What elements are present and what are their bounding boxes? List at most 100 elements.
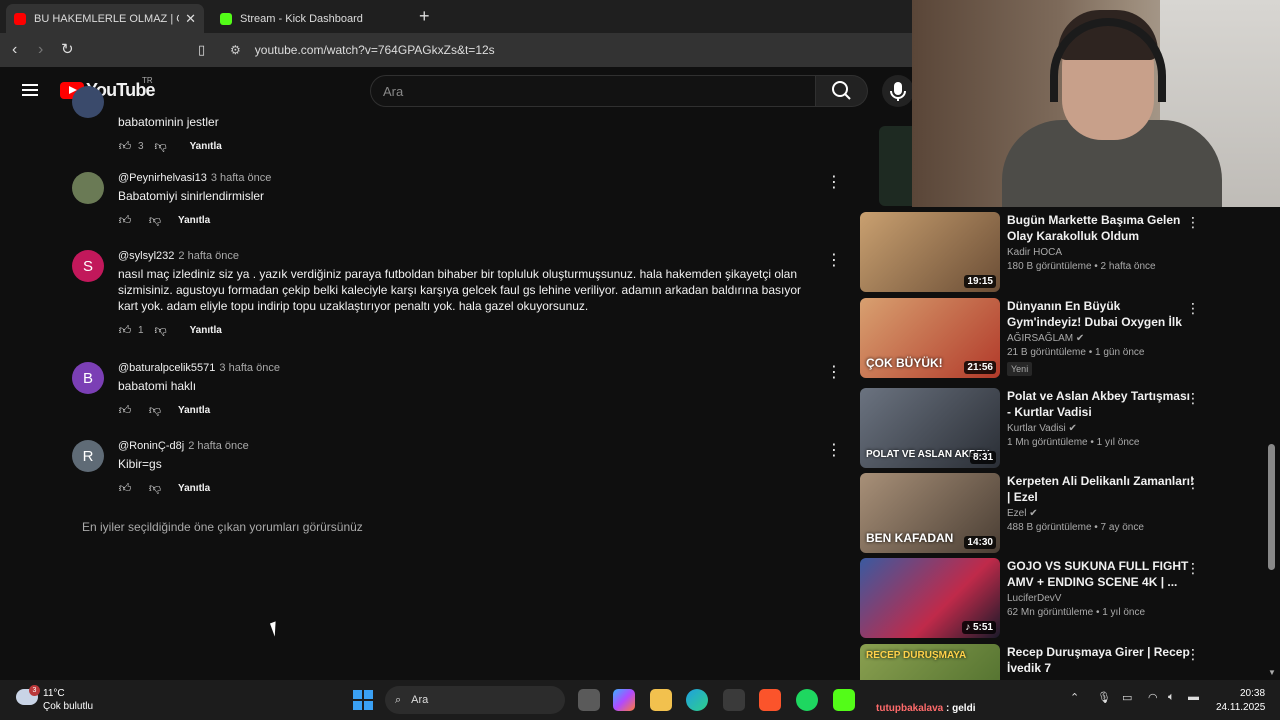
reply-button[interactable]: Yanıtla [178,405,210,416]
back-arrow-icon[interactable]: ‹ [12,41,17,59]
windows-start-icon[interactable] [353,690,373,710]
chevron-up-icon[interactable]: ⌃ [1070,691,1079,704]
bookmark-icon[interactable]: ▯ [198,42,205,58]
spotify-icon[interactable] [796,689,818,711]
avatar[interactable]: R [72,440,104,472]
video-title[interactable]: Polat ve Aslan Akbey Tartışması - Kurtla… [1007,388,1197,420]
scroll-down-arrow-icon[interactable]: ▼ [1268,668,1276,677]
volume-icon[interactable]: 🔈︎ [1168,691,1175,704]
new-tab-plus-icon[interactable]: + [419,6,430,27]
edge-browser-icon[interactable] [686,689,708,711]
url-field[interactable]: ⚙ youtube.com/watch?v=764GPAGkxZs&t=12s [222,37,912,63]
like-icon[interactable]: 👍︎ [118,213,132,227]
copilot-icon[interactable] [613,689,635,711]
video-thumbnail[interactable]: POLAT VE ASLAN AKBEY 8:31 [860,388,1000,468]
file-explorer-icon[interactable] [650,689,672,711]
display-tray-icon[interactable]: ▭ [1122,691,1132,704]
video-duration: 14:30 [964,536,996,549]
forward-arrow-icon[interactable]: › [38,41,43,59]
channel-name[interactable]: Kurtlar Vadisi [1007,423,1066,434]
dislike-icon[interactable]: 👎︎ [148,403,162,417]
microphone-tray-icon[interactable]: 🎙︎ [1097,691,1111,704]
video-more-icon[interactable]: ⋮ [1186,390,1200,407]
video-thumbnail[interactable]: BEN KAFADAN 14:30 [860,473,1000,553]
avatar[interactable]: B [72,362,104,394]
comment-more-icon[interactable]: ⋮ [826,250,842,270]
kick-app-icon[interactable] [833,689,855,711]
comment-author[interactable]: @Peynirhelvasi13 [118,172,207,184]
comment-time[interactable]: 2 hafta önce [188,440,249,452]
comment-more-icon[interactable]: ⋮ [826,172,842,192]
weather-temperature[interactable]: 11°C [43,688,65,699]
reply-button[interactable]: Yanıtla [190,325,222,336]
weather-condition[interactable]: Çok bulutlu [43,701,93,712]
site-settings-icon[interactable]: ⚙ [230,43,241,57]
recommendation-item[interactable]: POLAT VE ASLAN AKBEY 8:31 Polat ve Aslan… [860,388,1270,468]
comment-time[interactable]: 2 hafta önce [178,250,239,262]
avatar[interactable] [72,86,104,118]
mini-video-thumbnail [879,126,912,206]
like-icon[interactable]: 👍︎ [118,403,132,417]
avatar[interactable]: S [72,250,104,282]
video-more-icon[interactable]: ⋮ [1186,646,1200,663]
recommendation-item[interactable]: ÇOK BÜYÜK! 21:56 Dünyanın En Büyük Gym'i… [860,298,1270,378]
recommendation-item[interactable]: ♪ 5:51 GOJO VS SUKUNA FULL FIGHT AMV + E… [860,558,1270,638]
channel-name[interactable]: Kadir HOCA [1007,247,1197,258]
comment-author[interactable]: @RoninÇ-d8j [118,440,184,452]
comment-more-icon[interactable]: ⋮ [826,362,842,382]
like-icon[interactable]: 👍︎ [118,481,132,495]
video-title[interactable]: Dünyanın En Büyük Gym'indeyiz! Dubai Oxy… [1007,298,1197,330]
comment-author[interactable]: @sylsyl232 [118,250,174,262]
dislike-icon[interactable]: 👎︎ [148,481,162,495]
video-more-icon[interactable]: ⋮ [1186,214,1200,231]
tab-youtube[interactable]: BU HAKEMLERLE OLMAZ | GALA ✕ [6,4,204,33]
dislike-icon[interactable]: 👎︎ [154,139,168,153]
microsoft-store-icon[interactable] [723,689,745,711]
kick-favicon-icon [220,12,232,25]
comment-more-icon[interactable]: ⋮ [826,440,842,460]
tab-kick-dashboard[interactable]: Stream - Kick Dashboard [212,4,410,33]
recommendation-item[interactable]: 19:15 Bugün Markette Başıma Gelen Olay K… [860,212,1270,292]
video-title[interactable]: GOJO VS SUKUNA FULL FIGHT AMV + ENDING S… [1007,558,1197,590]
dislike-icon[interactable]: 👎︎ [154,323,168,337]
reload-icon[interactable]: ↻ [61,40,74,58]
comment-author[interactable]: @baturalpcelik5571 [118,362,215,374]
comment-time[interactable]: 3 hafta önce [211,172,272,184]
video-meta: 1 Mn görüntüleme • 1 yıl önce [1007,437,1140,448]
reply-button[interactable]: Yanıtla [190,141,222,152]
video-title[interactable]: Recep Duruşmaya Girer | Recep İvedik 7 [1007,644,1197,676]
menu-hamburger-icon[interactable] [22,84,38,96]
reply-button[interactable]: Yanıtla [178,215,210,226]
recommendation-item[interactable]: RECEP DURUŞMAYA Recep Duruşmaya Girer | … [860,644,1270,680]
video-more-icon[interactable]: ⋮ [1186,475,1200,492]
video-title[interactable]: Kerpeten Ali Delikanlı Zamanları! | Ezel [1007,473,1197,505]
channel-name[interactable]: AĞIRSAĞLAM [1007,333,1073,344]
video-more-icon[interactable]: ⋮ [1186,560,1200,577]
like-icon[interactable]: 👍︎ [118,139,132,153]
video-duration: 8:31 [969,451,996,464]
clock-date[interactable]: 24.11.2025 [1216,702,1265,713]
voice-search-button[interactable] [882,75,914,107]
taskbar-search[interactable]: ⌕ Ara [385,686,565,714]
video-thumbnail[interactable]: ÇOK BÜYÜK! 21:56 [860,298,1000,378]
video-more-icon[interactable]: ⋮ [1186,300,1200,317]
battery-icon[interactable]: ▬ [1188,691,1199,703]
video-thumbnail[interactable]: RECEP DURUŞMAYA [860,644,1000,680]
avatar[interactable] [72,172,104,204]
close-tab-icon[interactable]: ✕ [185,11,196,27]
task-view-icon[interactable] [578,689,600,711]
page-scrollbar[interactable] [1268,444,1275,570]
channel-name[interactable]: Ezel [1007,508,1026,519]
video-thumbnail[interactable]: ♪ 5:51 [860,558,1000,638]
clock-time[interactable]: 20:38 [1240,688,1265,699]
video-title[interactable]: Bugün Markette Başıma Gelen Olay Karakol… [1007,212,1197,244]
wifi-icon[interactable]: ◠ [1148,691,1158,704]
comment-time[interactable]: 3 hafta önce [219,362,280,374]
recommendation-item[interactable]: BEN KAFADAN 14:30 Kerpeten Ali Delikanlı… [860,473,1270,553]
channel-name[interactable]: LuciferDevV [1007,593,1197,604]
like-icon[interactable]: 👍︎ [118,323,132,337]
reply-button[interactable]: Yanıtla [178,483,210,494]
brave-browser-icon[interactable] [759,689,781,711]
dislike-icon[interactable]: 👎︎ [148,213,162,227]
video-thumbnail[interactable]: 19:15 [860,212,1000,292]
